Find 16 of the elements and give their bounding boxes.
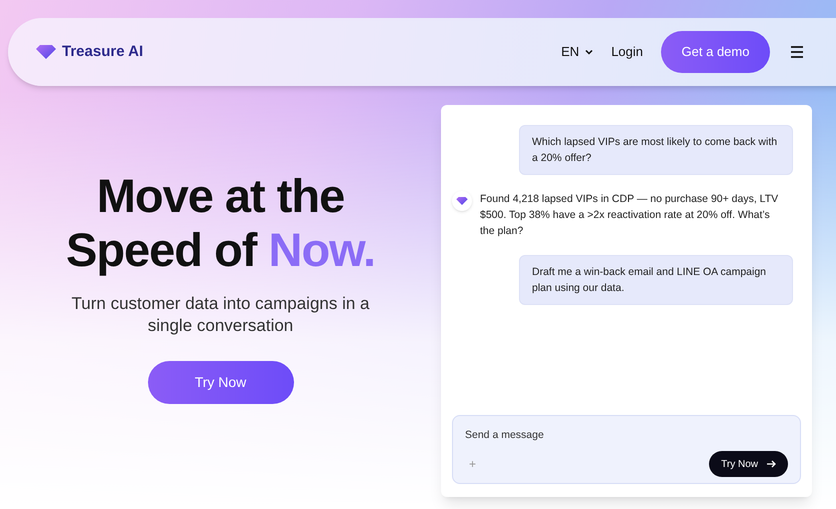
assistant-message: Found 4,218 lapsed VIPs in CDP — no purchase 90+ days, LTV $500. Top 38% have a >2x reactivation rate at 20% off. What’s the plan? bbox=[480, 192, 780, 239]
user-message: Draft me a win-back email and LINE OA campaign plan using our data. bbox=[519, 255, 793, 305]
login-link[interactable]: Login bbox=[611, 42, 643, 62]
hero-subtitle: Turn customer data into campaigns in a single conversation bbox=[70, 293, 370, 337]
language-selector[interactable]: EN bbox=[561, 42, 596, 62]
get-demo-button[interactable]: Get a demo bbox=[661, 31, 770, 73]
send-button[interactable]: Try Now bbox=[709, 451, 788, 477]
brand-name[interactable]: Treasure AI bbox=[62, 40, 144, 64]
menu-icon[interactable] bbox=[790, 46, 804, 58]
arrow-right-icon bbox=[766, 459, 776, 469]
user-message: Which lapsed VIPs are most likely to come back with a 20% offer? bbox=[519, 125, 793, 175]
gem-icon bbox=[456, 197, 468, 205]
hero-heading: Move at the Speed of Now. bbox=[66, 169, 376, 277]
message-input[interactable]: Send a message bbox=[465, 428, 788, 444]
gem-icon bbox=[36, 45, 56, 59]
try-now-button[interactable]: Try Now bbox=[148, 361, 294, 404]
